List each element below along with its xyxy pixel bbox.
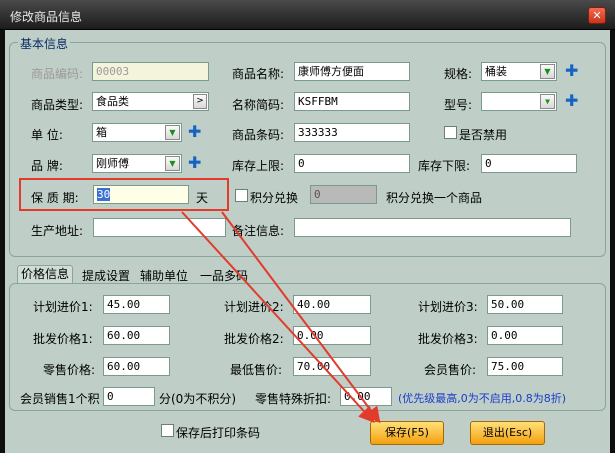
- annotation-arrows: [181, 211, 381, 424]
- annotation-arrow-line: [221, 211, 381, 424]
- annotation-arrow-line: [181, 211, 375, 423]
